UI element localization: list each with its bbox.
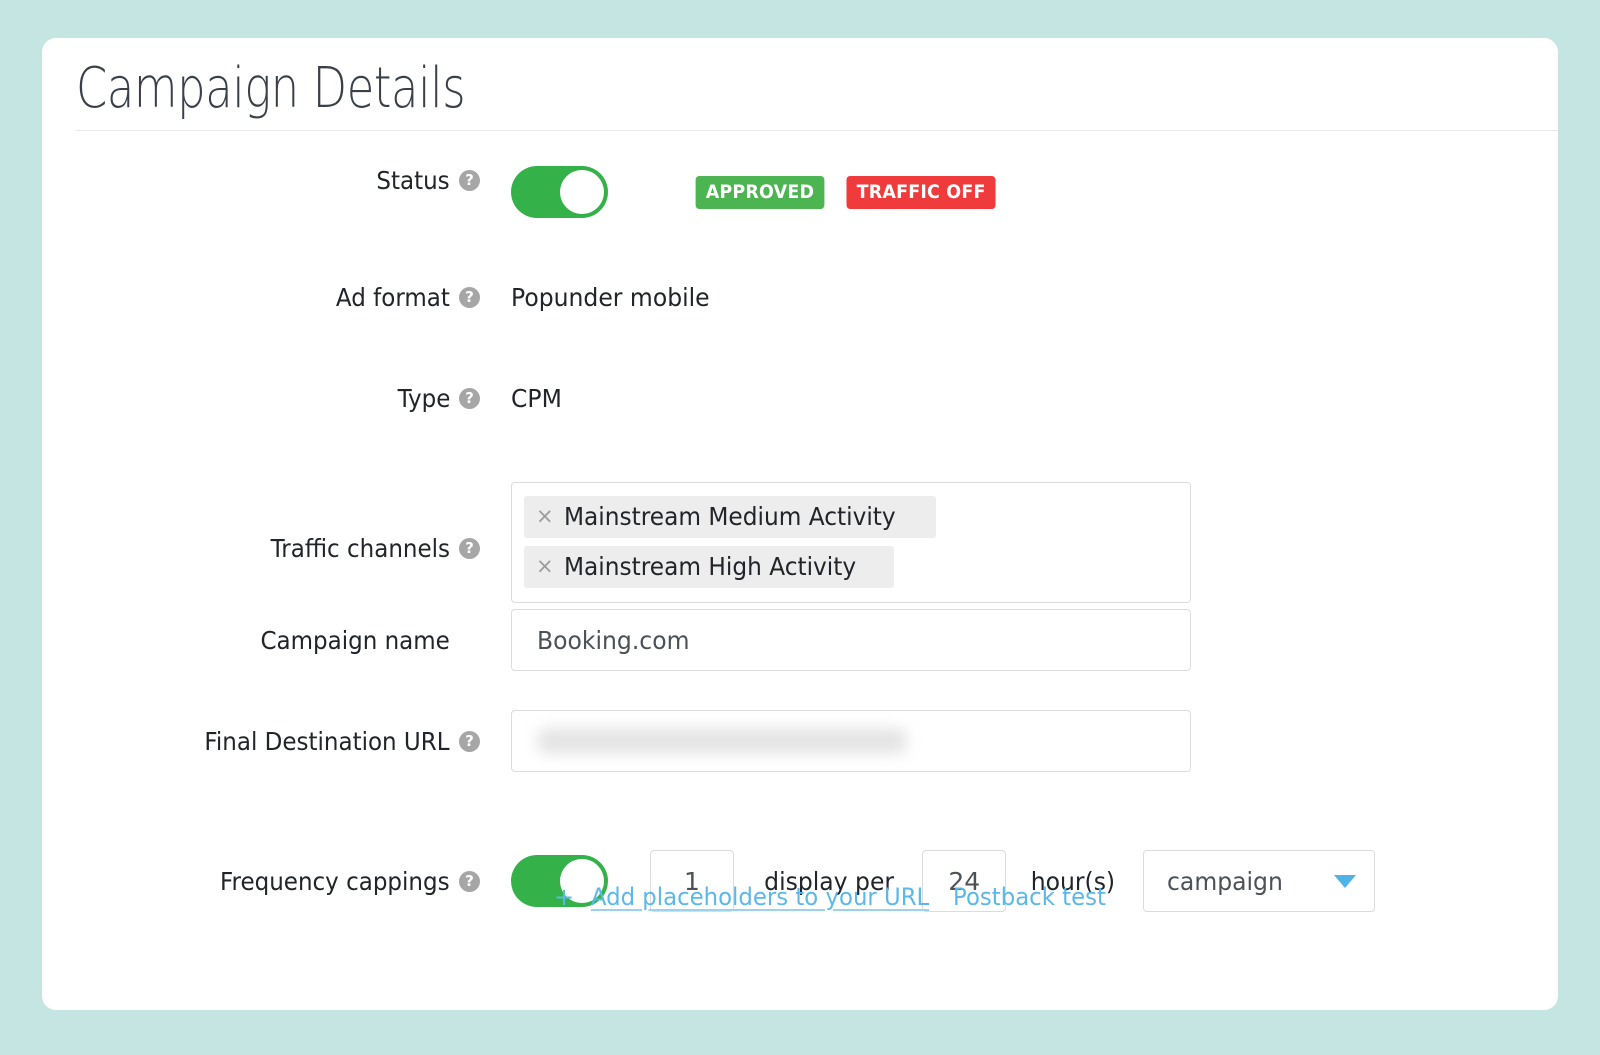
- ad-format-label-group: Ad format ?: [42, 278, 480, 316]
- plus-icon: +: [554, 883, 575, 911]
- traffic-channel-tag[interactable]: × Mainstream Medium Activity: [524, 496, 937, 538]
- status-label-group: Status ?: [42, 166, 480, 195]
- traffic-channels-multiselect[interactable]: × Mainstream Medium Activity × Mainstrea…: [511, 482, 1191, 603]
- row-ad-format: Ad format ? Popunder mobile: [42, 278, 1558, 379]
- question-mark-icon[interactable]: ?: [459, 286, 480, 308]
- status-label: Status: [376, 166, 450, 195]
- campaign-name-label: Campaign name: [260, 625, 450, 655]
- frequency-cappings-label-group: Frequency cappings ?: [42, 850, 480, 912]
- traffic-channels-label-group: Traffic channels ?: [42, 480, 480, 617]
- chevron-down-icon[interactable]: [1334, 874, 1357, 888]
- row-status: Status ? APPROVED TRAFFIC OFF: [42, 166, 1558, 278]
- final-url-label-group: Final Destination URL ?: [42, 710, 480, 772]
- status-value-group: APPROVED TRAFFIC OFF: [480, 166, 1558, 218]
- status-badge-approved: APPROVED: [695, 175, 825, 209]
- traffic-channel-tag-label: Mainstream Medium Activity: [563, 502, 896, 531]
- campaign-name-value-group: Booking.com: [480, 609, 1558, 671]
- campaign-details-card: Campaign Details Status ? APPROVED TRAFF…: [42, 38, 1558, 1010]
- close-icon[interactable]: ×: [536, 506, 554, 527]
- postback-test-link[interactable]: Postback test: [953, 883, 1106, 911]
- final-url-label: Final Destination URL: [204, 726, 450, 756]
- type-label-group: Type ?: [42, 379, 480, 417]
- redacted-url-value: [537, 728, 907, 754]
- ad-format-label: Ad format: [336, 282, 450, 312]
- campaign-name-input[interactable]: Booking.com: [511, 609, 1191, 671]
- question-mark-icon[interactable]: ?: [459, 387, 480, 409]
- campaign-details-form: Status ? APPROVED TRAFFIC OFF Ad format …: [42, 166, 1558, 950]
- status-toggle[interactable]: [511, 166, 608, 218]
- type-value-group: CPM: [480, 379, 1558, 417]
- traffic-channel-tag[interactable]: × Mainstream High Activity: [524, 546, 894, 588]
- question-mark-icon[interactable]: ?: [459, 538, 480, 559]
- status-toggle-knob: [560, 170, 604, 214]
- question-mark-icon[interactable]: ?: [459, 870, 480, 892]
- add-placeholders-link[interactable]: Add placeholders to your URL: [591, 883, 929, 911]
- url-helper-links: + Add placeholders to your URL Postback t…: [554, 883, 1110, 911]
- close-icon[interactable]: ×: [536, 556, 554, 577]
- row-type: Type ? CPM: [42, 379, 1558, 480]
- question-mark-icon[interactable]: ?: [459, 730, 480, 752]
- frequency-scope-select[interactable]: campaign: [1143, 850, 1376, 912]
- type-value: CPM: [511, 383, 562, 413]
- title-divider: [76, 130, 1558, 131]
- final-url-input[interactable]: [511, 710, 1191, 772]
- page-title: Campaign Details: [76, 56, 466, 121]
- row-final-destination-url: Final Destination URL ?: [42, 710, 1558, 822]
- ad-format-value: Popunder mobile: [511, 282, 710, 312]
- campaign-name-value: Booking.com: [537, 625, 690, 655]
- frequency-cappings-label: Frequency cappings: [220, 866, 450, 896]
- ad-format-value-group: Popunder mobile: [480, 278, 1558, 316]
- traffic-channels-value-group: × Mainstream Medium Activity × Mainstrea…: [480, 480, 1558, 603]
- traffic-channels-label: Traffic channels: [270, 534, 450, 563]
- final-url-value-group: [480, 710, 1558, 772]
- row-traffic-channels: Traffic channels ? × Mainstream Medium A…: [42, 480, 1558, 609]
- campaign-name-label-group: Campaign name: [42, 609, 480, 671]
- row-campaign-name: Campaign name Booking.com: [42, 609, 1558, 710]
- traffic-channel-tag-label: Mainstream High Activity: [563, 552, 856, 581]
- frequency-scope-value: campaign: [1167, 866, 1283, 896]
- status-badge-traffic-off: TRAFFIC OFF: [846, 175, 996, 209]
- question-mark-icon[interactable]: ?: [459, 170, 480, 191]
- type-label: Type: [397, 383, 450, 413]
